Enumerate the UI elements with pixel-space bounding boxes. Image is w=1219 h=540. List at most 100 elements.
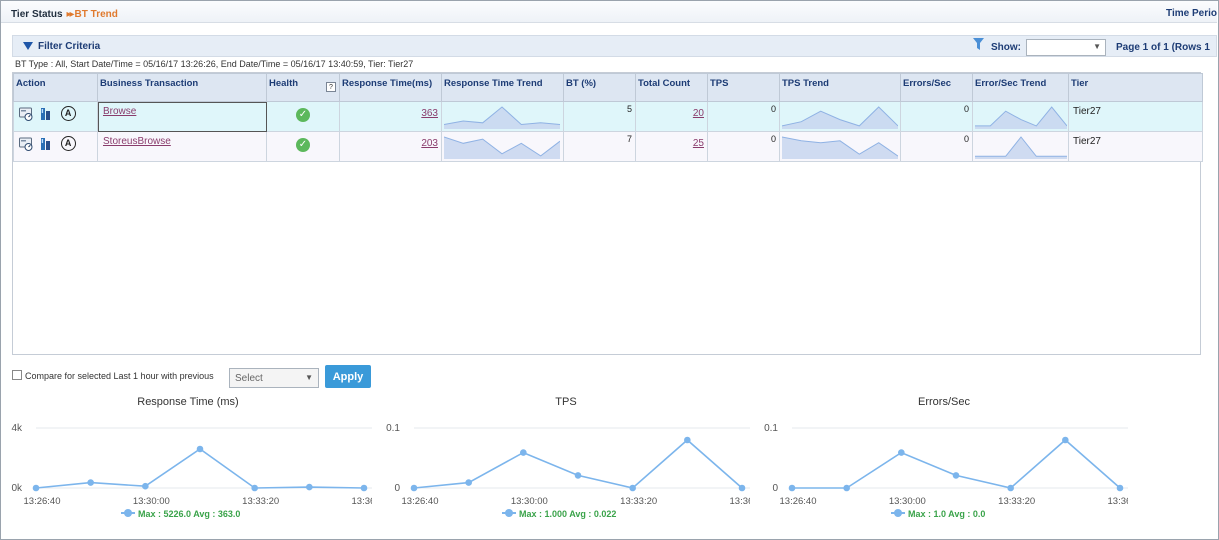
alert-a-icon[interactable]: A <box>60 136 76 151</box>
compare-checkbox[interactable] <box>12 370 22 380</box>
filter-criteria-toggle[interactable]: Filter Criteria <box>23 41 100 52</box>
data-point <box>360 484 368 492</box>
data-point <box>306 483 313 491</box>
bt-name-cell: StoreusBrowse <box>97 131 267 162</box>
table-row[interactable]: A StoreusBrowse ✓ 203 7 25 0 0 Tier27 <box>13 131 1203 162</box>
chart-legend: Max : 5226.0 Avg : 363.0 <box>121 509 240 519</box>
legend-text: Max : 5226.0 Avg : 363.0 <box>138 509 241 519</box>
show-label: Show: <box>991 42 1021 53</box>
x-tick-label: 13:30:00 <box>889 496 926 507</box>
bt-pct-cell: 5 <box>563 101 636 132</box>
compare-option[interactable]: Compare for selected Last 1 hour with pr… <box>12 370 214 381</box>
tps-value: 0 <box>770 134 776 144</box>
col-header-tier[interactable]: Tier <box>1068 73 1203 102</box>
health-cell: ✓ <box>266 131 340 162</box>
col-header-response-time[interactable]: Response Time(ms) <box>339 73 442 102</box>
dashboard-monitor-icon[interactable] <box>19 137 33 151</box>
dashboard-monitor-icon[interactable] <box>19 107 33 121</box>
total-count-cell: 20 <box>635 101 708 132</box>
errors-sec-value: 0 <box>963 134 969 144</box>
col-header-tps-trend[interactable]: TPS Trend <box>779 73 901 102</box>
response-time-trend-cell <box>441 101 564 132</box>
series-line <box>35 448 365 489</box>
health-ok-icon: ✓ <box>296 138 310 152</box>
series-line <box>413 438 743 489</box>
data-point <box>196 445 204 453</box>
page-info: Page 1 of 1 (Rows 1 <box>1116 42 1210 53</box>
data-point <box>251 484 258 492</box>
col-header-bt-pct[interactable]: BT (%) <box>563 73 636 102</box>
y-tick-label: 0k <box>11 483 23 494</box>
total-count-link[interactable]: 25 <box>693 138 704 149</box>
x-tick-label: 13:26:40 <box>402 496 439 507</box>
response-time-link[interactable]: 203 <box>421 138 438 149</box>
data-point <box>1062 436 1069 444</box>
response-time-chart: 4k 0k13:26:40 13:30:00 13:33:20 13:36:40 <box>11 423 372 507</box>
help-icon[interactable]: ? <box>326 82 336 92</box>
errors-sec-chart: 0.1 013:26:40 13:30:00 13:33:20 13:36:40 <box>764 423 1128 507</box>
bt-name-link[interactable]: Browse <box>103 106 136 117</box>
flowmap-bars-icon[interactable] <box>39 137 53 151</box>
error-sec-trend-cell <box>972 101 1069 132</box>
error-sec-trend-cell <box>972 131 1069 162</box>
tps-cell: 0 <box>707 101 780 132</box>
dropdown-arrow-icon: ▼ <box>1093 42 1101 51</box>
filter-criteria-title: Filter Criteria <box>38 41 101 52</box>
data-point <box>1007 484 1014 492</box>
time-period-link[interactable]: Time Perio <box>1166 8 1217 19</box>
bt-table-panel: Action Business Transaction Health? Resp… <box>12 72 1203 355</box>
tps-value: 0 <box>770 104 776 114</box>
data-point <box>465 479 472 486</box>
total-count-cell: 25 <box>635 131 708 162</box>
apply-button[interactable]: Apply <box>325 365 371 388</box>
col-header-total-count[interactable]: Total Count <box>635 73 708 102</box>
x-tick-label: 13:30:00 <box>133 496 170 507</box>
tier-cell: Tier27 <box>1068 101 1203 132</box>
tps-cell: 0 <box>707 131 780 162</box>
col-header-error-sec-trend[interactable]: Error/Sec Trend <box>972 73 1069 102</box>
breadcrumb-separator-icon: ▸▸ <box>66 9 75 20</box>
errors-sec-value: 0 <box>963 104 969 114</box>
errors-sec-cell: 0 <box>900 101 973 132</box>
alert-a-icon[interactable]: A <box>60 106 76 121</box>
y-tick-label: 0 <box>772 483 778 494</box>
chart-title: Response Time (ms) <box>137 396 239 408</box>
table-row[interactable]: A Browse ✓ 363 5 20 0 0 Tier27 <box>13 101 1203 132</box>
filter-criteria-summary: BT Type : All, Start Date/Time = 05/16/1… <box>15 59 414 69</box>
error-sec-sparkline <box>975 106 1067 129</box>
flowmap-bars-icon[interactable] <box>39 107 53 121</box>
bt-name-link[interactable]: StoreusBrowse <box>103 136 171 147</box>
sparkline-area <box>444 107 560 129</box>
tps-trend-cell <box>779 101 901 132</box>
col-header-health[interactable]: Health? <box>266 73 340 102</box>
col-header-business-transaction[interactable]: Business Transaction <box>97 73 267 102</box>
total-count-link[interactable]: 20 <box>693 108 704 119</box>
compare-select[interactable]: Select ▼ <box>229 368 319 388</box>
bt-table: Action Business Transaction Health? Resp… <box>13 73 1203 162</box>
response-time-cell: 203 <box>339 131 442 162</box>
breadcrumb-tier-status[interactable]: Tier Status <box>11 9 63 20</box>
show-select[interactable]: ▼ <box>1026 39 1106 56</box>
col-header-errors-sec[interactable]: Errors/Sec <box>900 73 973 102</box>
col-header-action[interactable]: Action <box>13 73 98 102</box>
x-tick-label: 13:36:40 <box>1108 496 1128 507</box>
data-point <box>574 472 582 479</box>
errors-sec-cell: 0 <box>900 131 973 162</box>
error-sec-sparkline <box>975 136 1067 159</box>
x-tick-label: 13:33:20 <box>242 496 279 507</box>
y-tick-label: 4k <box>11 423 23 434</box>
data-point <box>952 472 960 479</box>
data-point <box>32 484 40 492</box>
response-time-link[interactable]: 363 <box>421 108 438 119</box>
data-point <box>684 436 691 444</box>
col-header-tps[interactable]: TPS <box>707 73 780 102</box>
filter-funnel-icon[interactable] <box>973 38 984 51</box>
tps-sparkline <box>782 136 898 159</box>
legend-marker-icon <box>502 509 516 517</box>
breadcrumb: Tier Status ▸▸ BT Trend <box>11 9 118 20</box>
tps-chart: 0.1 013:26:40 13:30:00 13:33:20 13:36:40 <box>386 423 750 507</box>
legend-marker-icon <box>121 509 135 517</box>
col-header-response-time-trend[interactable]: Response Time Trend <box>441 73 564 102</box>
y-tick-label: 0 <box>394 483 400 494</box>
action-cell: A <box>13 131 98 162</box>
